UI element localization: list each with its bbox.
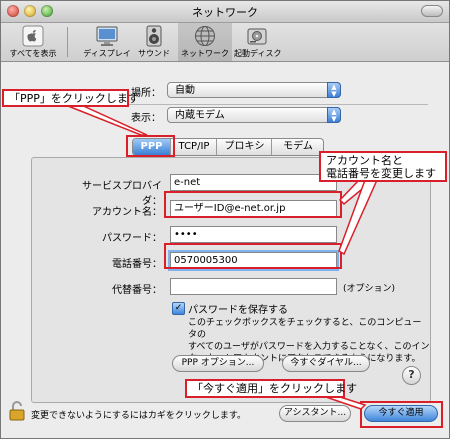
toolbar-item-network[interactable]: ネットワーク — [178, 23, 232, 61]
tab-tcpip[interactable]: TCP/IP — [170, 139, 217, 155]
location-popup[interactable]: 自動 ▲ ▼ — [167, 82, 341, 98]
lock-open-icon[interactable] — [9, 401, 25, 421]
show-value: 内蔵モデム — [175, 110, 225, 121]
apply-button-highlight — [360, 401, 443, 428]
provider-field[interactable]: e-net — [170, 174, 337, 191]
password-field[interactable]: •••• — [170, 226, 337, 243]
speaker-icon — [146, 25, 162, 47]
help-button[interactable]: ? — [402, 366, 421, 385]
assistant-button[interactable]: アシスタント... — [279, 405, 351, 422]
lock-text: 変更できないようにするにはカギをクリックします。 — [31, 411, 247, 421]
popup-arrows-icon: ▲ ▼ — [327, 107, 341, 123]
toolbar-toggle-button[interactable] — [421, 5, 443, 17]
callout-account-phone: アカウント名と 電話番号を変更します — [319, 151, 447, 182]
account-field-highlight — [164, 191, 342, 218]
description-line: すべてのユーザがパスワードを入力することなく、このイン — [188, 342, 430, 352]
location-value: 自動 — [175, 85, 195, 96]
ppp-tab-highlight — [126, 135, 175, 157]
save-password-label: パスワードを保存する — [188, 305, 288, 316]
toolbar-item-sound[interactable]: サウンド — [132, 23, 176, 61]
display-icon — [96, 26, 118, 46]
toolbar-divider — [67, 27, 68, 57]
show-popup[interactable]: 内蔵モデム ▲ ▼ — [167, 107, 341, 123]
popup-arrows-icon: ▲ ▼ — [327, 82, 341, 98]
save-password-checkbox[interactable]: ✓ — [172, 302, 185, 315]
disk-icon — [247, 28, 267, 45]
account-label: アカウント名： — [92, 207, 162, 218]
tab-modem[interactable]: モデム — [271, 139, 323, 155]
toolbar-label: ディスプレイ — [83, 49, 131, 58]
toolbar-label: サウンド — [138, 49, 170, 58]
toolbar: すべてを表示 ディスプレイ サウンド ネットワーク 起動ディスク — [1, 23, 449, 62]
toolbar-label: すべてを表示 — [9, 49, 57, 58]
password-label: パスワード： — [102, 233, 162, 244]
callout-line: 電話番号を変更します — [326, 167, 436, 180]
alt-phone-label: 代替番号： — [112, 285, 162, 296]
network-globe-icon — [195, 26, 215, 46]
phone-label: 電話番号： — [112, 259, 162, 270]
apple-grid-icon — [22, 25, 44, 47]
callout-line: アカウント名と — [326, 154, 403, 167]
alt-phone-field[interactable] — [170, 278, 337, 295]
phone-field-highlight — [164, 243, 342, 269]
tab-proxy[interactable]: プロキシ — [216, 139, 272, 155]
toolbar-item-show-all[interactable]: すべてを表示 — [5, 23, 61, 61]
callout-apply-click: 「今すぐ適用」をクリックします — [185, 379, 357, 398]
toolbar-label: 起動ディスク — [234, 49, 282, 58]
toolbar-item-display[interactable]: ディスプレイ — [83, 23, 131, 61]
toolbar-label: ネットワーク — [181, 49, 229, 58]
dial-now-button[interactable]: 今すぐダイヤル... — [282, 355, 370, 372]
callout-ppp-click: 「PPP」をクリックします — [2, 89, 139, 107]
ppp-options-button[interactable]: PPP オプション... — [172, 355, 264, 372]
description-line: このチェックボックスをチェックすると、このコンピュータの — [188, 318, 422, 340]
optional-note: (オプション) — [343, 284, 396, 294]
window-title: ネットワーク — [192, 6, 258, 19]
show-label: 表示： — [131, 113, 161, 124]
toolbar-item-startup-disk[interactable]: 起動ディスク — [234, 23, 282, 61]
title-bar[interactable]: ネットワーク — [1, 1, 449, 23]
preferences-window: ネットワーク すべてを表示 ディスプレイ サウンド ネットワーク 起動ディスク … — [0, 0, 450, 439]
